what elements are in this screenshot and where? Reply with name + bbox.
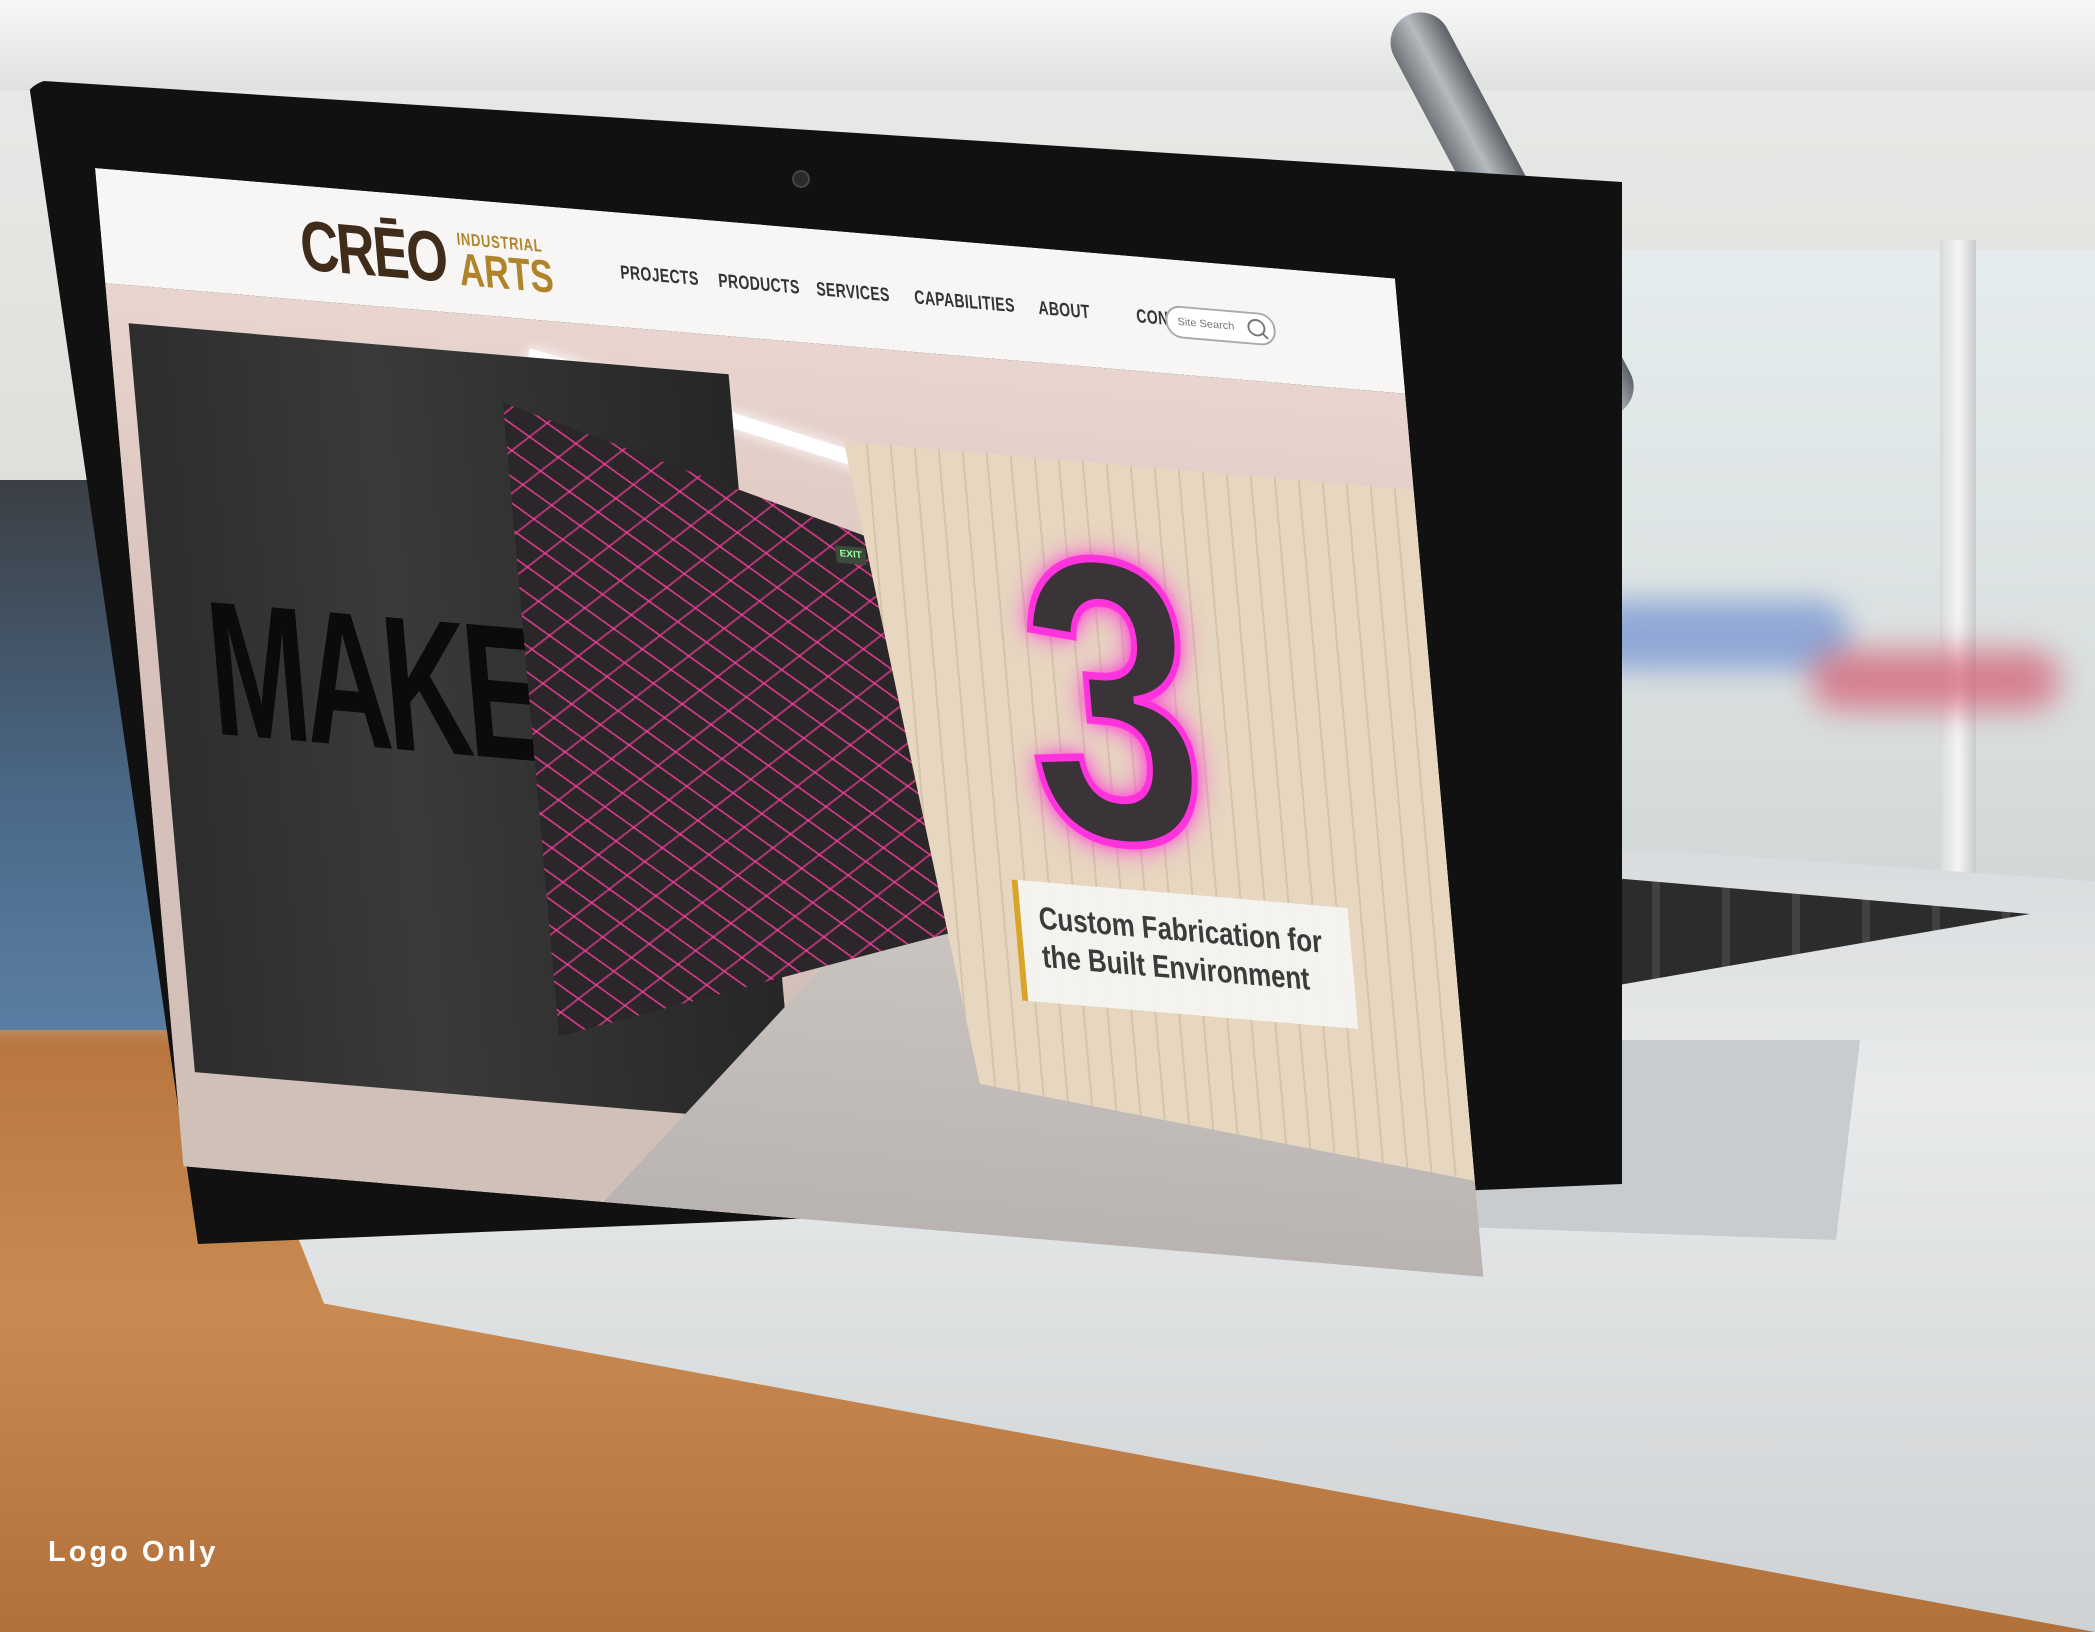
- logo-sub-bottom: ARTS: [456, 244, 556, 304]
- main-nav: PROJECTS PRODUCTS SERVICES CAPABILITIES …: [619, 262, 1231, 335]
- search-input[interactable]: [1174, 315, 1251, 335]
- watermark-caption: Logo Only: [48, 1536, 219, 1568]
- webcam-icon: [792, 170, 810, 188]
- background-blur-light-red: [1810, 650, 2060, 710]
- wall-text-make: MAKE: [199, 560, 548, 803]
- nav-about[interactable]: ABOUT: [1037, 298, 1090, 324]
- background-ceiling: [0, 0, 2095, 90]
- site-logo[interactable]: CRĒO INDUSTRIAL ARTS: [296, 205, 592, 304]
- nav-projects[interactable]: PROJECTS: [619, 262, 699, 290]
- hero-banner: MAKE EXIT 3 Custom Fabrication for the B…: [105, 283, 1484, 1277]
- logo-main-text: CRĒO: [296, 205, 450, 298]
- exit-sign: EXIT: [835, 545, 867, 566]
- background-blur-light-blue: [1590, 600, 1850, 670]
- logo-sub: INDUSTRIAL ARTS: [456, 230, 592, 304]
- neon-numeral: 3: [1002, 466, 1224, 938]
- nav-capabilities[interactable]: CAPABILITIES: [913, 287, 1015, 317]
- nav-services[interactable]: SERVICES: [815, 279, 890, 306]
- nav-products[interactable]: PRODUCTS: [717, 270, 800, 298]
- site-search: [1164, 304, 1277, 347]
- laptop-screen: CRĒO INDUSTRIAL ARTS PROJECTS PRODUCTS S…: [95, 168, 1484, 1277]
